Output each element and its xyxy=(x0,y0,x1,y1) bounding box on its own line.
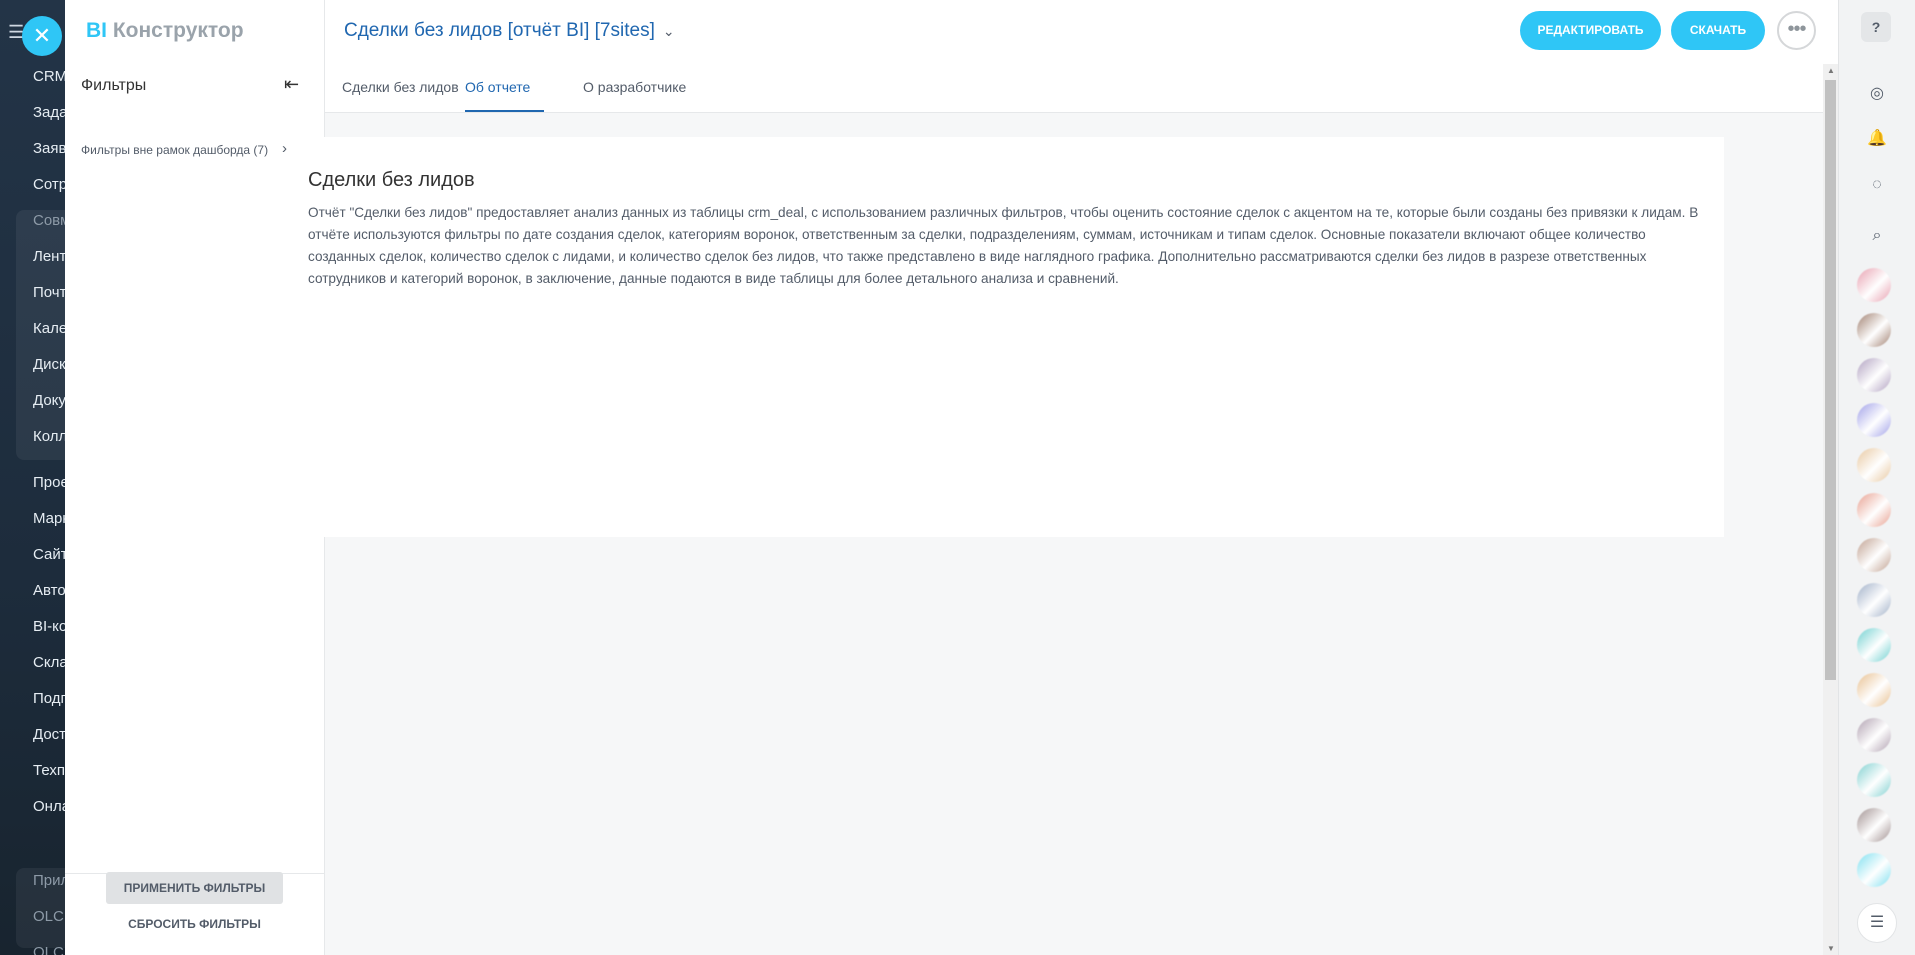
user-avatar[interactable] xyxy=(1857,268,1891,302)
reset-filters-button[interactable]: СБРОСИТЬ ФИЛЬТРЫ xyxy=(106,917,283,931)
portal-nav-item[interactable]: Совм xyxy=(33,212,66,229)
user-avatar[interactable] xyxy=(1857,358,1891,392)
user-avatar[interactable] xyxy=(1857,718,1891,752)
scrollbar-thumb[interactable] xyxy=(1825,80,1836,680)
copilot-icon[interactable]: ◎ xyxy=(1861,78,1893,110)
tab-about-developer[interactable]: О разработчике xyxy=(583,79,686,95)
portal-nav-item[interactable]: CRM xyxy=(33,68,66,85)
user-avatar[interactable] xyxy=(1857,313,1891,347)
report-description-card: Сделки без лидов Отчёт "Сделки без лидов… xyxy=(292,137,1724,537)
download-button[interactable]: СКАЧАТЬ xyxy=(1671,11,1765,50)
portal-nav-item[interactable]: Колл xyxy=(33,428,66,445)
report-tabs: Сделки без лидов Об отчете О разработчик… xyxy=(325,64,1823,113)
scrollbar[interactable]: ▲ ▼ xyxy=(1823,64,1838,955)
scroll-down-icon[interactable]: ▼ xyxy=(1827,944,1835,953)
active-tab-underline xyxy=(465,110,544,112)
portal-nav-item[interactable]: Сотр xyxy=(33,176,66,193)
portal-nav-item[interactable]: BI-ко xyxy=(33,618,66,635)
description-text: Отчёт "Сделки без лидов" предоставляет а… xyxy=(308,205,1699,286)
user-avatar[interactable] xyxy=(1857,448,1891,482)
user-avatar[interactable] xyxy=(1857,538,1891,572)
apply-filters-button[interactable]: ПРИМЕНИТЬ ФИЛЬТРЫ xyxy=(106,872,283,904)
user-avatar[interactable] xyxy=(1857,808,1891,842)
user-avatar[interactable] xyxy=(1857,493,1891,527)
bell-icon[interactable]: 🔔 xyxy=(1861,123,1893,155)
search-icon[interactable]: ⌕ xyxy=(1861,220,1893,252)
logo-rest-text: Конструктор xyxy=(112,19,244,42)
logo-bi-text: BI xyxy=(86,19,107,42)
filters-panel: BI Конструктор Фильтры ⇤ Фильтры вне рам… xyxy=(65,0,325,955)
user-avatar[interactable] xyxy=(1857,583,1891,617)
portal-nav-item[interactable]: Подп xyxy=(33,690,66,707)
portal-nav-item[interactable]: Прое xyxy=(33,474,66,491)
portal-nav-item[interactable]: Прил xyxy=(33,872,66,889)
user-avatar[interactable] xyxy=(1857,673,1891,707)
collapse-panel-icon[interactable]: ⇤ xyxy=(284,74,299,95)
user-avatar[interactable] xyxy=(1857,853,1891,887)
chevron-right-icon: › xyxy=(282,140,287,157)
portal-nav-item[interactable]: Техп xyxy=(33,762,65,779)
portal-nav-item[interactable]: OLCI xyxy=(33,944,66,955)
close-slider-button[interactable]: ✕ xyxy=(22,16,62,56)
portal-nav-item[interactable]: Авто xyxy=(33,582,66,599)
help-icon[interactable]: ? xyxy=(1861,12,1891,42)
bi-constructor-logo: BI Конструктор xyxy=(86,19,244,43)
tab-deals-without-leads[interactable]: Сделки без лидов xyxy=(342,79,459,95)
report-header: Сделки без лидов [отчёт BI] [7sites] ⌄ РЕ… xyxy=(324,0,1838,64)
portal-nav-item[interactable]: Зада xyxy=(33,104,66,121)
chevron-down-icon: ⌄ xyxy=(662,23,675,39)
user-avatar[interactable] xyxy=(1857,403,1891,437)
scroll-up-icon[interactable]: ▲ xyxy=(1827,66,1835,75)
portal-sidebar: ☰ CRM Зада Заяв Сотр Совм Лент Почт Кале Диск Док… xyxy=(0,0,66,955)
portal-nav-item[interactable]: Онла xyxy=(33,798,66,815)
portal-nav-item[interactable]: Диск xyxy=(33,356,66,373)
filter-group-outside-dashboard[interactable]: Фильтры вне рамок дашборда (7) › xyxy=(81,140,309,161)
filter-group-label: Фильтры вне рамок дашборда (7) xyxy=(81,143,269,157)
chat-icon[interactable]: ◌ xyxy=(1861,169,1893,201)
portal-nav-item[interactable]: Дост xyxy=(33,726,66,743)
portal-nav-item[interactable]: Марк xyxy=(33,510,66,527)
report-title-dropdown[interactable]: Сделки без лидов [отчёт BI] [7sites] ⌄ xyxy=(344,20,675,42)
portal-nav-item[interactable]: Почт xyxy=(33,284,66,301)
portal-nav-item[interactable]: Скла xyxy=(33,654,66,671)
list-icon[interactable]: ☰ xyxy=(1857,903,1897,943)
portal-nav-item[interactable]: Заяв xyxy=(33,140,66,157)
tab-about-report[interactable]: Об отчете xyxy=(465,79,530,95)
user-avatar[interactable] xyxy=(1857,763,1891,797)
description-heading: Сделки без лидов xyxy=(308,169,475,191)
filters-footer: ПРИМЕНИТЬ ФИЛЬТРЫ СБРОСИТЬ ФИЛЬТРЫ xyxy=(65,872,325,955)
portal-nav-item[interactable]: Доку xyxy=(33,392,66,409)
report-title: Сделки без лидов [отчёт BI] [7sites] xyxy=(344,20,655,41)
user-avatar[interactable] xyxy=(1857,628,1891,662)
portal-nav-item[interactable]: OLCI xyxy=(33,908,66,925)
portal-nav-item[interactable]: Кале xyxy=(33,320,66,337)
more-actions-button[interactable]: ••• xyxy=(1777,11,1816,50)
portal-nav-item[interactable]: Сайт xyxy=(33,546,66,563)
close-icon: ✕ xyxy=(32,23,52,48)
filters-title: Фильтры xyxy=(81,77,147,94)
header-divider xyxy=(324,16,325,46)
portal-nav-item[interactable]: Лент xyxy=(33,248,66,265)
right-panel: ? ◎ 🔔 ◌ ⌕ ☰ xyxy=(1838,0,1915,955)
edit-button[interactable]: РЕДАКТИРОВАТЬ xyxy=(1520,11,1661,50)
